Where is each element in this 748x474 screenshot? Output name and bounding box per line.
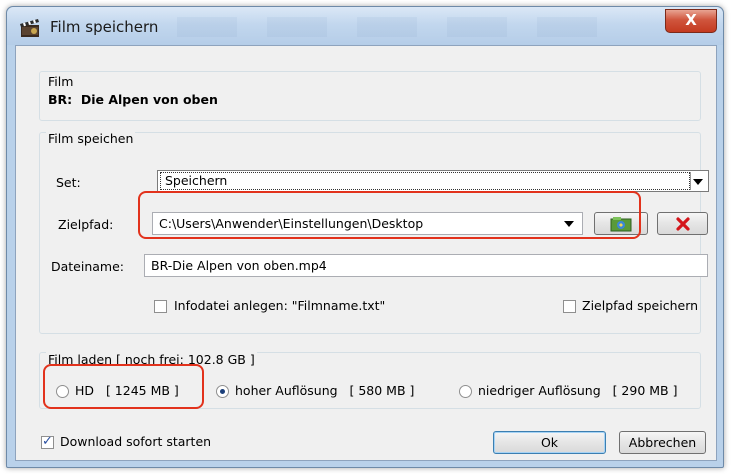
path-highlight-box xyxy=(138,191,641,239)
cancel-button[interactable]: Abbrechen xyxy=(619,431,706,454)
title-bar[interactable]: Film speichern X xyxy=(7,7,723,45)
window-title: Film speichern xyxy=(50,18,159,36)
path-label: Zielpfad: xyxy=(58,217,114,232)
set-dropdown[interactable]: Speichern xyxy=(157,170,709,192)
save-path-checkbox[interactable] xyxy=(563,300,576,313)
delete-x-icon xyxy=(675,217,690,231)
delete-path-button[interactable] xyxy=(657,212,708,235)
film-group-label: Film xyxy=(48,74,74,89)
film-group: Film BR: Die Alpen von oben xyxy=(39,71,701,121)
set-dropdown-value: Speichern xyxy=(160,172,690,190)
save-path-label[interactable]: Zielpfad speichern xyxy=(582,298,698,313)
infofile-checkbox[interactable] xyxy=(154,300,167,313)
background-blur xyxy=(177,17,607,37)
infofile-label[interactable]: Infodatei anlegen: "Filmname.txt" xyxy=(174,298,385,313)
dropdown-arrow-icon xyxy=(690,172,705,190)
close-button[interactable]: X xyxy=(665,9,717,33)
filename-input[interactable]: BR-Die Alpen von oben.mp4 xyxy=(144,254,708,277)
film-clapper-icon xyxy=(20,19,39,37)
download-now-checkbox[interactable] xyxy=(41,434,54,449)
set-label: Set: xyxy=(56,175,81,190)
film-name: BR: Die Alpen von oben xyxy=(48,92,218,107)
ok-button[interactable]: Ok xyxy=(493,431,606,454)
hd-option-highlight-box xyxy=(43,364,204,409)
quality-radio-high[interactable] xyxy=(216,385,229,398)
download-now-label[interactable]: Download sofort starten xyxy=(60,434,211,449)
save-group-label: Film speichen xyxy=(46,131,136,146)
quality-radio-low[interactable] xyxy=(459,385,472,398)
filename-label: Dateiname: xyxy=(51,259,125,274)
quality-label-high[interactable]: hoher Auflösung [ 580 MB ] xyxy=(235,383,414,398)
close-icon: X xyxy=(685,11,697,29)
quality-label-low[interactable]: niedriger Auflösung [ 290 MB ] xyxy=(478,383,677,398)
